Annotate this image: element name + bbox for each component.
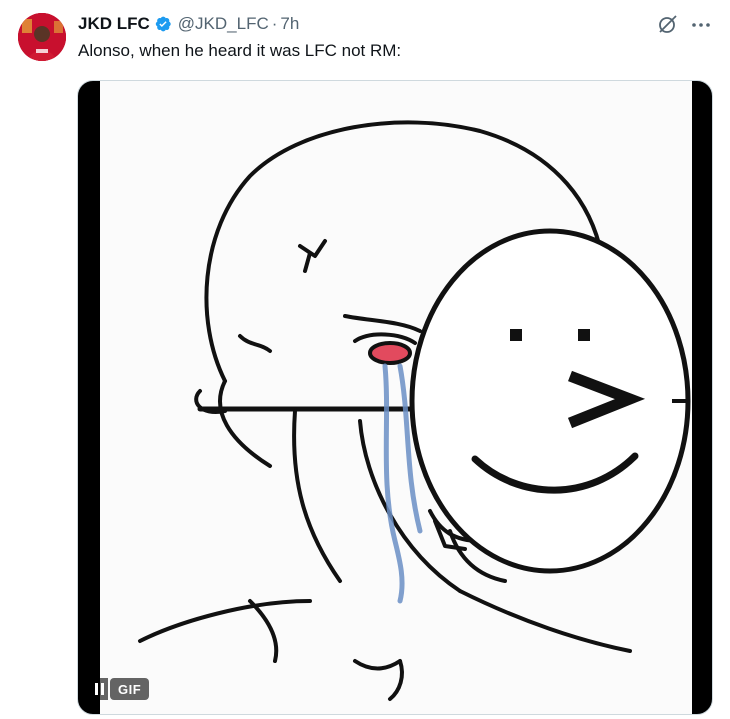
verified-badge-icon: [154, 15, 172, 33]
pause-icon[interactable]: [90, 678, 108, 700]
grok-icon[interactable]: [657, 15, 677, 35]
wojak-mask-drawing: [100, 81, 692, 714]
gif-badge: GIF: [110, 678, 150, 700]
tweet-timestamp[interactable]: 7h: [280, 14, 299, 34]
avatar-image: [18, 13, 66, 61]
tweet-media-gif[interactable]: GIF: [77, 80, 713, 715]
author-handle[interactable]: @JKD_LFC: [178, 14, 269, 34]
gif-controls: GIF: [90, 678, 150, 700]
separator-dot: ·: [271, 14, 278, 33]
tweet-text: Alonso, when he heard it was LFC not RM:: [78, 41, 402, 60]
author-display-name[interactable]: JKD LFC: [78, 14, 150, 34]
tweet-header: JKD LFC @JKD_LFC · 7h: [78, 13, 299, 35]
author-avatar[interactable]: [18, 13, 66, 61]
more-options-icon[interactable]: [690, 15, 712, 35]
